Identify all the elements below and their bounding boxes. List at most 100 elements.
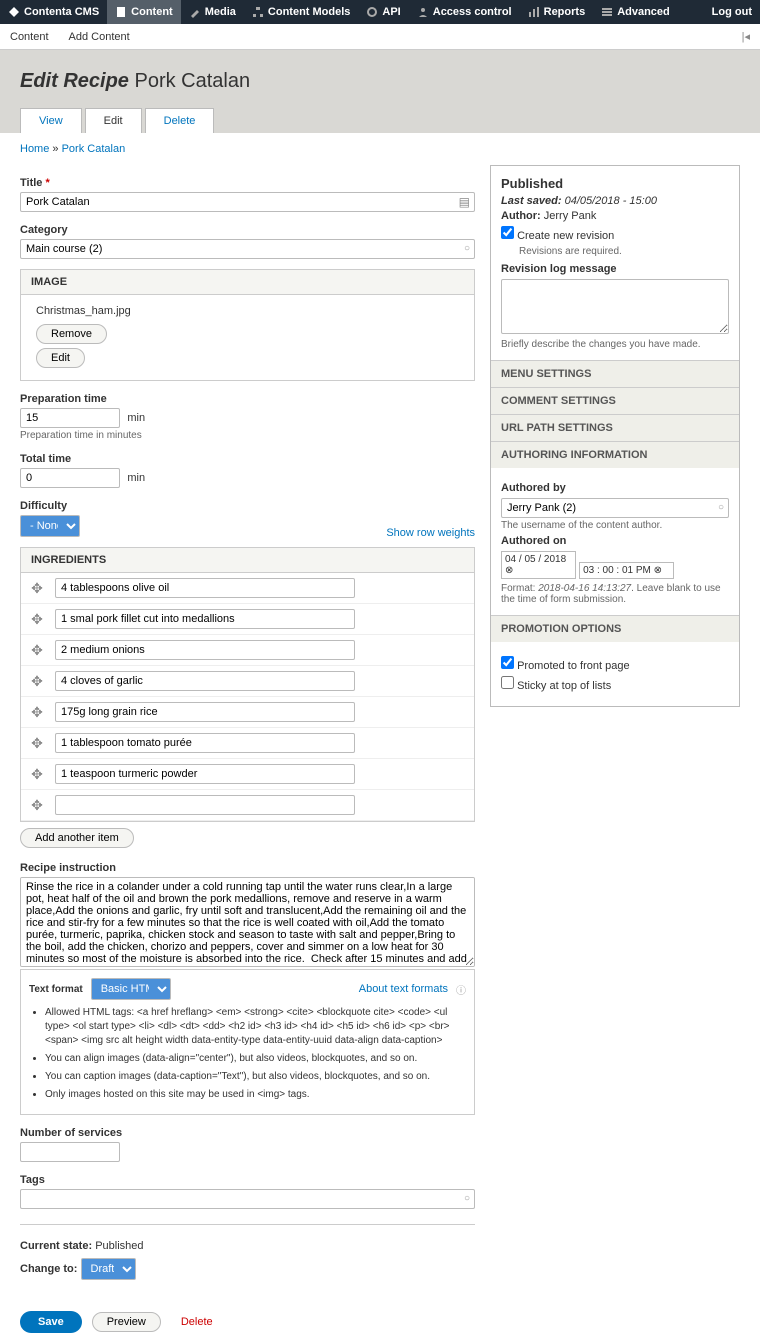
category-label: Category xyxy=(20,224,475,236)
revision-log-label: Revision log message xyxy=(501,263,729,275)
main-form: Title * ▤ Category ○ IMAGE Christmas_ham… xyxy=(20,165,475,1280)
category-input[interactable] xyxy=(20,239,475,259)
ingredient-input[interactable] xyxy=(55,795,355,815)
preview-button[interactable]: Preview xyxy=(92,1312,161,1332)
total-time-label: Total time xyxy=(20,453,475,465)
authored-time-input[interactable]: 03 : 00 : 01 PM ⊗ xyxy=(579,562,674,579)
create-revision-checkbox[interactable] xyxy=(501,226,514,239)
tab-delete[interactable]: Delete xyxy=(145,108,215,133)
drag-handle-icon[interactable]: ✥ xyxy=(29,673,45,690)
ingredient-input[interactable] xyxy=(55,640,355,660)
prep-time-label: Preparation time xyxy=(20,393,475,405)
services-input[interactable] xyxy=(20,1142,120,1162)
logout-link[interactable]: Log out xyxy=(704,0,760,24)
page-header: Edit Recipe Pork Catalan View Edit Delet… xyxy=(0,50,760,133)
tags-label: Tags xyxy=(20,1174,475,1186)
text-format-box: Text format Basic HTML About text format… xyxy=(20,969,475,1115)
toolbar-toggle-icon[interactable]: |◂ xyxy=(742,30,750,43)
brand-label: Contenta CMS xyxy=(24,6,99,18)
drag-handle-icon[interactable]: ✥ xyxy=(29,797,45,814)
autocomplete-icon: ○ xyxy=(464,1193,470,1204)
menu-settings-toggle[interactable]: MENU SETTINGS xyxy=(491,361,739,387)
drag-handle-icon[interactable]: ✥ xyxy=(29,735,45,752)
nav-api[interactable]: API xyxy=(358,0,408,24)
nav-advanced[interactable]: Advanced xyxy=(593,0,678,24)
ingredient-row: ✥ xyxy=(21,697,474,728)
current-state-label: Current state: xyxy=(20,1240,92,1252)
edit-image-button[interactable]: Edit xyxy=(36,348,85,368)
form-actions: Save Preview Delete xyxy=(0,1300,760,1344)
subnav-add-content[interactable]: Add Content xyxy=(69,31,130,43)
nav-media[interactable]: Media xyxy=(181,0,244,24)
authoring-info-toggle[interactable]: AUTHORING INFORMATION xyxy=(491,442,739,468)
brand-home[interactable]: Contenta CMS xyxy=(0,0,107,24)
prep-time-input[interactable] xyxy=(20,408,120,428)
remove-image-button[interactable]: Remove xyxy=(36,324,107,344)
tab-view[interactable]: View xyxy=(20,108,82,133)
about-text-formats-link[interactable]: About text formats xyxy=(359,983,448,995)
user-icon xyxy=(417,6,429,18)
save-button[interactable]: Save xyxy=(20,1311,82,1333)
show-row-weights-link[interactable]: Show row weights xyxy=(386,527,475,539)
ingredient-row: ✥ xyxy=(21,604,474,635)
drag-handle-icon[interactable]: ✥ xyxy=(29,704,45,721)
total-time-input[interactable] xyxy=(20,468,120,488)
ingredient-row: ✥ xyxy=(21,666,474,697)
breadcrumb-current[interactable]: Pork Catalan xyxy=(62,143,126,155)
subnav-content[interactable]: Content xyxy=(10,31,49,43)
ingredients-fieldset: INGREDIENTS ✥ ✥ ✥ ✥ ✥ ✥ ✥ ✥ xyxy=(20,547,475,822)
title-input[interactable] xyxy=(20,192,475,212)
nav-content[interactable]: Content xyxy=(107,0,181,24)
promotion-options-toggle[interactable]: PROMOTION OPTIONS xyxy=(491,616,739,642)
published-heading: Published xyxy=(501,176,729,191)
secondary-toolbar: Content Add Content |◂ xyxy=(0,24,760,50)
drag-handle-icon[interactable]: ✥ xyxy=(29,766,45,783)
authored-by-label: Authored by xyxy=(501,482,729,494)
ingredient-input[interactable] xyxy=(55,702,355,722)
sticky-checkbox[interactable] xyxy=(501,676,514,689)
revision-log-textarea[interactable] xyxy=(501,279,729,334)
add-ingredient-button[interactable]: Add another item xyxy=(20,828,134,848)
chart-icon xyxy=(528,6,540,18)
nav-access[interactable]: Access control xyxy=(409,0,520,24)
text-format-select[interactable]: Basic HTML xyxy=(91,978,171,1000)
breadcrumb-home[interactable]: Home xyxy=(20,143,49,155)
ingredient-input[interactable] xyxy=(55,764,355,784)
structure-icon xyxy=(252,6,264,18)
image-filename: Christmas_ham.jpg xyxy=(36,305,459,317)
promoted-checkbox[interactable] xyxy=(501,656,514,669)
url-settings-toggle[interactable]: URL PATH SETTINGS xyxy=(491,415,739,441)
instruction-label: Recipe instruction xyxy=(20,862,475,874)
comment-settings-toggle[interactable]: COMMENT SETTINGS xyxy=(491,388,739,414)
ingredients-head: INGREDIENTS xyxy=(21,548,474,573)
instruction-textarea[interactable] xyxy=(20,877,475,967)
nav-reports[interactable]: Reports xyxy=(520,0,594,24)
ingredient-input[interactable] xyxy=(55,609,355,629)
ingredient-input[interactable] xyxy=(55,578,355,598)
services-label: Number of services xyxy=(20,1127,475,1139)
breadcrumb: Home » Pork Catalan xyxy=(0,133,760,165)
logo-icon xyxy=(8,6,20,18)
format-tip: You can align images (data-align="center… xyxy=(45,1052,466,1066)
change-state-select[interactable]: Draft xyxy=(81,1258,136,1280)
current-state-value: Published xyxy=(95,1240,143,1252)
ingredient-input[interactable] xyxy=(55,671,355,691)
text-format-label: Text format xyxy=(29,984,83,995)
delete-link[interactable]: Delete xyxy=(181,1316,213,1328)
page-title: Edit Recipe Pork Catalan xyxy=(20,70,740,93)
drag-handle-icon[interactable]: ✥ xyxy=(29,580,45,597)
ingredient-input[interactable] xyxy=(55,733,355,753)
autocomplete-icon: ○ xyxy=(464,243,470,254)
nav-models[interactable]: Content Models xyxy=(244,0,359,24)
ingredient-row: ✥ xyxy=(21,759,474,790)
authored-by-input[interactable] xyxy=(501,498,729,518)
local-tabs: View Edit Delete xyxy=(20,108,740,133)
authored-on-label: Authored on xyxy=(501,535,729,547)
sidebar: Published Last saved: 04/05/2018 - 15:00… xyxy=(490,165,740,1280)
difficulty-select[interactable]: - None - xyxy=(20,515,80,537)
authored-date-input[interactable]: 04 / 05 / 2018 ⊗ xyxy=(501,551,576,579)
tab-edit[interactable]: Edit xyxy=(85,108,142,133)
drag-handle-icon[interactable]: ✥ xyxy=(29,611,45,628)
tags-input[interactable] xyxy=(20,1189,475,1209)
drag-handle-icon[interactable]: ✥ xyxy=(29,642,45,659)
